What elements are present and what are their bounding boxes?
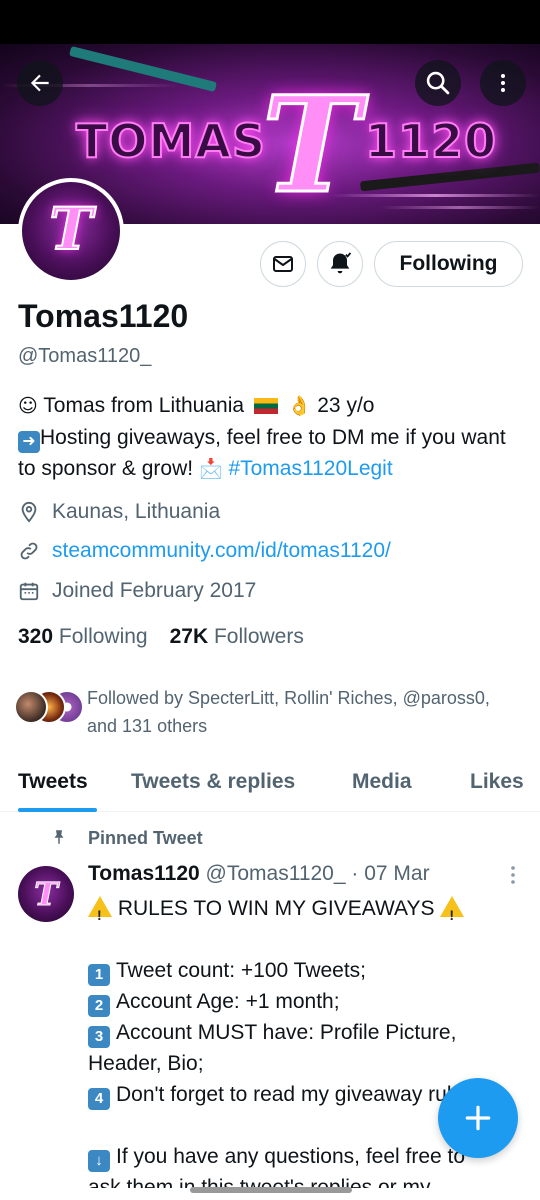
keycap-3-icon: 3 bbox=[88, 1026, 110, 1048]
pinned-label: Pinned Tweet bbox=[54, 828, 203, 849]
tweet-author-avatar[interactable]: T bbox=[18, 866, 74, 922]
display-name: Tomas1120 bbox=[18, 298, 189, 334]
bio-hashtag-link[interactable]: #Tomas1120Legit bbox=[228, 457, 392, 480]
envelope-icon bbox=[273, 256, 293, 272]
calendar-icon bbox=[19, 582, 39, 601]
bell-check-icon bbox=[330, 252, 352, 274]
user-handle: @Tomas1120_ bbox=[18, 345, 152, 367]
smile-emoji-icon: ☺ bbox=[18, 395, 38, 417]
compose-tweet-button[interactable] bbox=[438, 1078, 518, 1158]
tweet-header: Tomas1120 @Tomas1120_ · 07 Mar bbox=[88, 862, 430, 886]
more-vertical-icon bbox=[501, 74, 505, 92]
banner-text-left: TOMAS bbox=[75, 113, 266, 169]
avatar-letter: T bbox=[48, 194, 93, 264]
notifications-button[interactable] bbox=[317, 241, 363, 287]
banner-logo-letter: T bbox=[260, 68, 361, 223]
bio: ☺ Tomas from Lithuania 👌 23 y/o ➜ Hosting… bbox=[18, 390, 523, 485]
bio-age: 23 y/o bbox=[317, 394, 375, 417]
profile-avatar[interactable]: T bbox=[18, 178, 124, 284]
keycap-1-icon: 1 bbox=[88, 964, 110, 986]
tab-tweets[interactable]: Tweets bbox=[18, 770, 88, 794]
status-bar bbox=[0, 0, 540, 44]
website-link[interactable]: steamcommunity.com/id/tomas1120/ bbox=[52, 539, 391, 563]
follower-avatar[interactable] bbox=[14, 690, 48, 724]
message-button[interactable] bbox=[260, 241, 306, 287]
envelope-emoji-icon: 📩 bbox=[198, 458, 223, 480]
pin-icon bbox=[54, 830, 64, 844]
followers-count-link[interactable]: 27K Followers bbox=[170, 625, 304, 649]
active-tab-indicator bbox=[18, 808, 97, 812]
lithuania-flag-icon bbox=[253, 398, 278, 414]
bio-line1: Tomas from Lithuania bbox=[43, 394, 245, 417]
location-text: Kaunas, Lithuania bbox=[52, 500, 221, 523]
website-row: steamcommunity.com/id/tomas1120/ bbox=[18, 539, 391, 563]
location-row: Kaunas, Lithuania bbox=[18, 500, 220, 524]
location-pin-icon bbox=[21, 501, 37, 523]
followed-by-text[interactable]: Followed by SpecterLitt, Rollin' Riches,… bbox=[87, 684, 507, 740]
keycap-4-icon: 4 bbox=[88, 1088, 110, 1110]
back-arrow-icon bbox=[30, 74, 49, 92]
gesture-navigation-bar[interactable] bbox=[190, 1187, 352, 1193]
tweet-more-button[interactable] bbox=[508, 864, 518, 891]
banner-text-right: 1120 bbox=[364, 113, 498, 169]
tab-media[interactable]: Media bbox=[352, 770, 412, 794]
link-icon bbox=[20, 542, 38, 560]
tweet-date: · 07 Mar bbox=[351, 862, 430, 885]
search-icon bbox=[426, 71, 450, 95]
joined-text: Joined February 2017 bbox=[52, 579, 257, 602]
keycap-2-icon: 2 bbox=[88, 995, 110, 1017]
warning-emoji-icon bbox=[88, 896, 112, 931]
tweet-author-name[interactable]: Tomas1120 bbox=[88, 862, 200, 885]
profile-tabs: Tweets Tweets & replies Media Likes bbox=[0, 762, 540, 812]
tweet-author-handle: @Tomas1120_ bbox=[205, 862, 346, 885]
down-arrow-emoji-icon: ↓ bbox=[88, 1150, 110, 1172]
back-button[interactable] bbox=[17, 60, 63, 106]
tab-likes[interactable]: Likes bbox=[470, 770, 524, 794]
more-options-button[interactable] bbox=[480, 60, 526, 106]
right-arrow-emoji-icon: ➜ bbox=[18, 431, 40, 453]
ok-hand-emoji-icon: 👌 bbox=[287, 395, 312, 417]
following-button[interactable]: Following bbox=[374, 241, 523, 287]
joined-row: Joined February 2017 bbox=[18, 579, 256, 603]
warning-emoji-icon bbox=[440, 896, 465, 931]
plus-icon bbox=[465, 1105, 491, 1131]
following-count-link[interactable]: 320 Following bbox=[18, 625, 148, 649]
more-vertical-icon bbox=[511, 866, 515, 884]
tab-tweets-replies[interactable]: Tweets & replies bbox=[131, 770, 295, 794]
search-button[interactable] bbox=[415, 60, 461, 106]
follow-counts: 320 Following 27K Followers bbox=[18, 625, 304, 649]
